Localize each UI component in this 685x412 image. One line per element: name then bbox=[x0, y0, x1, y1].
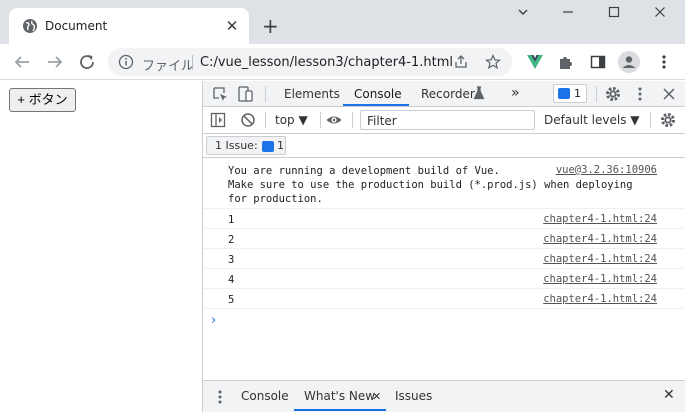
info-icon[interactable] bbox=[118, 54, 134, 70]
console-message: 1 chapter4-1.html:24 bbox=[203, 209, 685, 229]
browser-tab[interactable]: Document ✕ bbox=[9, 8, 249, 44]
issues-badge-count: 1 bbox=[574, 87, 581, 100]
devtools-tabbar: Elements Console Recorder » 1 bbox=[203, 81, 685, 107]
message-line: You are running a development build of V… bbox=[228, 165, 500, 177]
log-value: 2 bbox=[228, 234, 235, 246]
omnibox-divider bbox=[192, 55, 193, 70]
back-icon[interactable] bbox=[10, 50, 34, 74]
console-settings-icon[interactable] bbox=[659, 111, 677, 129]
issues-label: 1 Issue: bbox=[215, 139, 258, 152]
star-icon[interactable] bbox=[485, 54, 501, 70]
drawer-tab-close[interactable]: ✕ bbox=[372, 390, 381, 403]
browser-toolbar: ファイル C:/vue_lesson/lesson3/chapter4-1.ht… bbox=[0, 44, 685, 80]
filter-input[interactable]: Filter bbox=[360, 110, 535, 130]
tab-elements[interactable]: Elements bbox=[284, 87, 340, 101]
drawer-tab-console[interactable]: Console bbox=[241, 389, 289, 403]
device-icon[interactable] bbox=[236, 85, 254, 103]
filter-placeholder: Filter bbox=[367, 114, 397, 128]
maximize-icon[interactable] bbox=[591, 6, 637, 26]
toolbar-divider bbox=[320, 112, 321, 128]
reload-icon[interactable] bbox=[75, 50, 99, 74]
drawer-active-indicator bbox=[294, 409, 386, 411]
log-value: 3 bbox=[228, 254, 235, 266]
log-value: 1 bbox=[228, 214, 235, 226]
console-output: You are running a development build of V… bbox=[203, 158, 685, 380]
inspect-icon[interactable] bbox=[211, 85, 229, 103]
address-bar[interactable]: ファイル C:/vue_lesson/lesson3/chapter4-1.ht… bbox=[108, 48, 512, 76]
globe-icon bbox=[23, 19, 37, 33]
page-viewport: + ボタン bbox=[0, 81, 202, 412]
toolbar-divider bbox=[265, 112, 266, 128]
message-source-link[interactable]: chapter4-1.html:24 bbox=[543, 233, 657, 245]
kebab-icon[interactable] bbox=[211, 388, 229, 406]
puzzle-icon[interactable] bbox=[557, 53, 575, 71]
share-icon[interactable] bbox=[453, 54, 469, 70]
context-selector[interactable]: top ▼ bbox=[275, 113, 308, 127]
message-source-link[interactable]: vue@3.2.36:10906 bbox=[556, 164, 657, 176]
console-prompt[interactable]: › bbox=[211, 313, 216, 328]
vue-devtools-icon[interactable] bbox=[526, 53, 544, 71]
sidebar-icon[interactable] bbox=[589, 53, 607, 71]
message-icon bbox=[262, 141, 274, 152]
issues-counter-button[interactable]: 1 Issue: 1 bbox=[206, 136, 286, 155]
console-message: You are running a development build of V… bbox=[203, 158, 685, 209]
sidebar-toggle-icon[interactable] bbox=[209, 111, 227, 129]
tab-recorder[interactable]: Recorder bbox=[421, 87, 475, 101]
toolbar-divider bbox=[650, 112, 651, 128]
close-icon[interactable] bbox=[637, 6, 683, 26]
kebab-icon[interactable] bbox=[655, 53, 673, 71]
message-source-link[interactable]: chapter4-1.html:24 bbox=[543, 273, 657, 285]
devtools-panel: Elements Console Recorder » 1 top ▼ Filt… bbox=[202, 81, 685, 412]
kebab-icon[interactable] bbox=[631, 85, 649, 103]
issues-badge[interactable]: 1 bbox=[553, 84, 587, 103]
devtools-drawer: Console What's New ✕ Issues ✕ bbox=[203, 380, 685, 412]
message-source-link[interactable]: chapter4-1.html:24 bbox=[543, 293, 657, 305]
message-icon bbox=[558, 88, 570, 99]
forward-icon[interactable] bbox=[43, 50, 67, 74]
tabbar-divider bbox=[265, 86, 266, 102]
message-line: Make sure to use the production build (*… bbox=[228, 179, 633, 191]
tab-title: Document bbox=[45, 19, 108, 33]
active-tab-indicator bbox=[343, 104, 409, 106]
console-message: 3 chapter4-1.html:24 bbox=[203, 249, 685, 269]
tab-close-button[interactable]: ✕ bbox=[223, 17, 241, 35]
add-button[interactable]: + ボタン bbox=[9, 88, 76, 112]
flask-icon bbox=[473, 86, 485, 100]
close-devtools-icon[interactable] bbox=[660, 85, 678, 103]
issues-count: 1 bbox=[277, 139, 284, 152]
clear-icon[interactable] bbox=[239, 111, 257, 129]
chevron-down-icon[interactable] bbox=[500, 6, 546, 26]
new-tab-button[interactable]: + bbox=[262, 16, 279, 36]
log-levels-dropdown[interactable]: Default levels ▼ bbox=[544, 113, 640, 127]
issues-bar: 1 Issue: 1 bbox=[203, 134, 685, 158]
log-value: 4 bbox=[228, 274, 235, 286]
file-scheme-label: ファイル bbox=[142, 59, 195, 74]
tabbar-divider bbox=[596, 86, 597, 102]
profile-icon[interactable] bbox=[618, 51, 640, 73]
console-message: 4 chapter4-1.html:24 bbox=[203, 269, 685, 289]
drawer-tab-issues[interactable]: Issues bbox=[395, 389, 432, 403]
message-source-link[interactable]: chapter4-1.html:24 bbox=[543, 213, 657, 225]
drawer-close-button[interactable]: ✕ bbox=[663, 387, 675, 403]
message-line: for production. bbox=[228, 193, 323, 205]
more-tabs-button[interactable]: » bbox=[511, 85, 520, 101]
tab-console[interactable]: Console bbox=[354, 87, 402, 101]
drawer-tab-whats-new[interactable]: What's New bbox=[304, 389, 375, 403]
tab-strip: Document ✕ + bbox=[0, 0, 685, 44]
url-text[interactable]: C:/vue_lesson/lesson3/chapter4-1.html bbox=[200, 55, 453, 70]
message-source-link[interactable]: chapter4-1.html:24 bbox=[543, 253, 657, 265]
minimize-icon[interactable] bbox=[545, 6, 591, 26]
toolbar-divider bbox=[352, 112, 353, 128]
console-message: 2 chapter4-1.html:24 bbox=[203, 229, 685, 249]
gear-icon[interactable] bbox=[604, 85, 622, 103]
eye-icon[interactable] bbox=[325, 111, 343, 129]
log-value: 5 bbox=[228, 294, 235, 306]
console-message: 5 chapter4-1.html:24 bbox=[203, 289, 685, 309]
console-toolbar: top ▼ Filter Default levels ▼ bbox=[203, 107, 685, 134]
